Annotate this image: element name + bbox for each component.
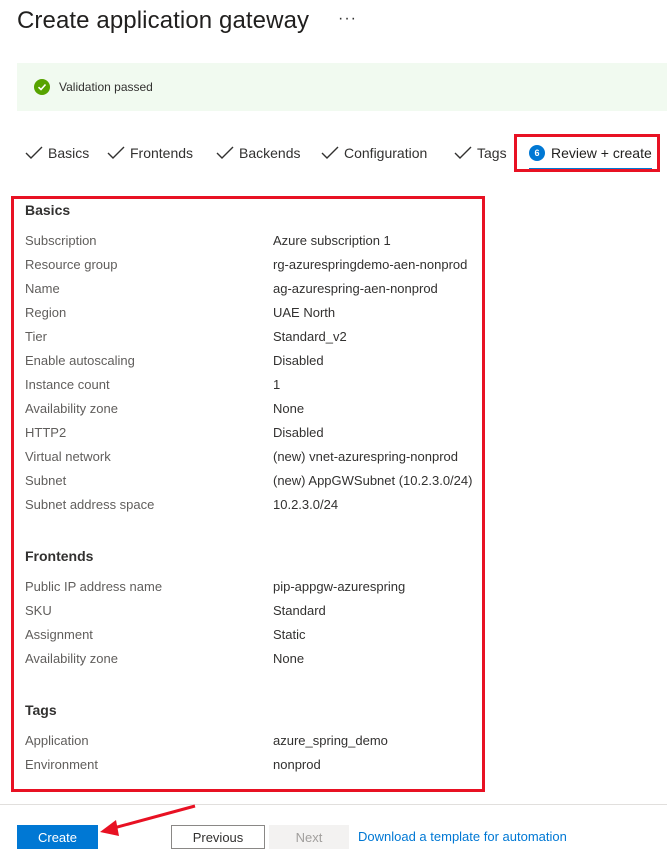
row-value: Standard <box>273 603 326 618</box>
validation-text: Validation passed <box>59 80 153 94</box>
summary-row: Subscription Azure subscription 1 <box>25 233 485 253</box>
row-label: Instance count <box>25 377 110 392</box>
row-value: (new) AppGWSubnet (10.2.3.0/24) <box>273 473 473 488</box>
row-value: None <box>273 651 305 666</box>
summary-row: Tier Standard_v2 <box>25 329 485 349</box>
summary-row: Subnet address space 10.2.3.0/24 <box>25 497 485 517</box>
row-value: (new) vnet-azurespring-nonprod <box>273 449 458 464</box>
row-label: Assignment <box>25 627 93 642</box>
tab-label: Frontends <box>130 145 194 161</box>
create-button[interactable]: Create <box>17 825 98 849</box>
row-value: Standard_v2 <box>273 329 347 344</box>
section-title-tags: Tags <box>25 702 57 718</box>
row-label: SKU <box>25 603 52 618</box>
summary-row: Availability zone None <box>25 401 485 421</box>
section-title-frontends: Frontends <box>25 548 94 564</box>
row-value: ag-azurespring-aen-nonprod <box>273 281 438 296</box>
checkmark-icon <box>25 146 43 159</box>
tab-configuration[interactable]: Configuration <box>321 138 427 168</box>
row-label: Region <box>25 305 67 320</box>
row-label: Tier <box>25 329 47 344</box>
row-value: rg-azurespringdemo-aen-nonprod <box>273 257 468 272</box>
summary-row: HTTP2 Disabled <box>25 425 485 445</box>
row-value: pip-appgw-azurespring <box>273 579 406 594</box>
summary-row: Name ag-azurespring-aen-nonprod <box>25 281 485 301</box>
row-value: 10.2.3.0/24 <box>273 497 339 512</box>
row-label: HTTP2 <box>25 425 67 440</box>
row-label: Resource group <box>25 257 118 272</box>
row-label: Virtual network <box>25 449 111 464</box>
summary-row: Availability zone None <box>25 651 485 671</box>
summary-row: Virtual network (new) vnet-azurespring-no… <box>25 449 485 469</box>
summary-row: Environment nonprod <box>25 757 485 777</box>
tab-label: Basics <box>48 145 90 161</box>
tab-basics[interactable]: Basics <box>25 138 89 168</box>
annotation-highlight-tab <box>514 134 660 172</box>
row-value: nonprod <box>273 757 321 772</box>
checkmark-icon <box>107 146 125 159</box>
row-label: Subnet address space <box>25 497 155 512</box>
summary-row: Application azure_spring_demo <box>25 733 485 753</box>
summary-row: Resource group rg-azurespringdemo-aen-non… <box>25 257 485 277</box>
row-label: Public IP address name <box>25 579 163 594</box>
section-title-basics: Basics <box>25 202 71 218</box>
row-label: Application <box>25 733 89 748</box>
row-label: Subscription <box>25 233 97 248</box>
checkmark-icon <box>321 146 339 159</box>
tab-label: Backends <box>239 145 301 161</box>
summary-row: SKU Standard <box>25 603 485 623</box>
previous-button[interactable]: Previous <box>171 825 265 849</box>
row-value: Disabled <box>273 425 324 440</box>
row-value: UAE North <box>273 305 336 320</box>
tab-label: Tags <box>477 145 507 161</box>
row-label: Availability zone <box>25 651 118 666</box>
summary-row: Subnet (new) AppGWSubnet (10.2.3.0/24) <box>25 473 485 493</box>
check-circle-icon <box>34 79 50 95</box>
download-template-link[interactable]: Download a template for automation <box>358 829 567 844</box>
validation-banner: Validation passed <box>17 63 667 111</box>
more-options-icon[interactable]: ··· <box>338 10 357 28</box>
tab-tags[interactable]: Tags <box>454 138 507 168</box>
row-label: Name <box>25 281 60 296</box>
summary-row: Instance count 1 <box>25 377 485 397</box>
checkmark-icon <box>216 146 234 159</box>
row-label: Environment <box>25 757 98 772</box>
row-value: 1 <box>273 377 281 392</box>
row-value: azure_spring_demo <box>273 733 388 748</box>
tab-frontends[interactable]: Frontends <box>107 138 193 168</box>
summary-row: Region UAE North <box>25 305 485 325</box>
tab-backends[interactable]: Backends <box>216 138 300 168</box>
tab-label: Configuration <box>344 145 428 161</box>
checkmark-icon <box>454 146 472 159</box>
row-label: Availability zone <box>25 401 118 416</box>
summary-row: Public IP address name pip-appgw-azurespr… <box>25 579 485 599</box>
summary-row: Enable autoscaling Disabled <box>25 353 485 373</box>
page-title: Create application gateway <box>17 7 310 34</box>
row-value: None <box>273 401 305 416</box>
row-value: Disabled <box>273 353 324 368</box>
next-button[interactable]: Next <box>269 825 349 849</box>
footer-divider <box>0 804 667 805</box>
row-value: Azure subscription 1 <box>273 233 391 248</box>
row-label: Subnet <box>25 473 67 488</box>
row-value: Static <box>273 627 306 642</box>
summary-row: Assignment Static <box>25 627 485 647</box>
row-label: Enable autoscaling <box>25 353 135 368</box>
